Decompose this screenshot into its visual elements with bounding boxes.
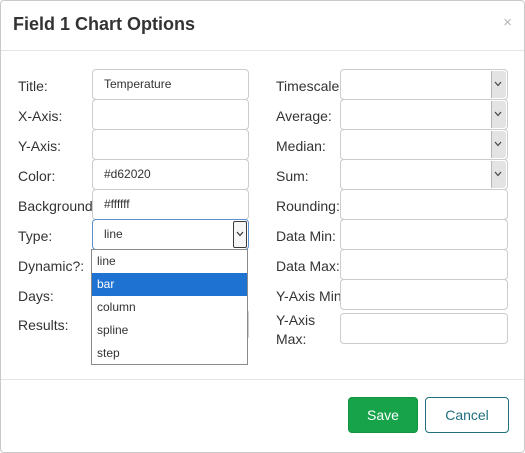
title-input[interactable]: Temperature	[92, 69, 249, 100]
type-option-step[interactable]: step	[92, 342, 247, 365]
cancel-button[interactable]: Cancel	[425, 397, 509, 433]
save-button[interactable]: Save	[348, 397, 418, 433]
dialog-footer-divider	[1, 379, 524, 380]
average-label: Average:	[276, 108, 332, 124]
datamax-input[interactable]	[340, 249, 508, 280]
sum-select[interactable]	[340, 159, 508, 190]
datamin-label: Data Min:	[276, 228, 336, 244]
type-select[interactable]: line	[92, 219, 249, 250]
yaxis-input[interactable]	[92, 129, 249, 160]
chevron-down-icon[interactable]	[233, 221, 247, 248]
yaxismin-input[interactable]	[340, 279, 508, 310]
dynamic-label: Dynamic?:	[18, 258, 85, 274]
median-select[interactable]	[340, 129, 508, 160]
color-input[interactable]: #d62020	[92, 159, 249, 190]
yaxismax-label-line1: Y-Axis	[276, 312, 316, 328]
background-label: Background:	[18, 198, 97, 214]
chevron-down-icon[interactable]	[491, 71, 506, 98]
yaxis-label: Y-Axis:	[18, 138, 62, 154]
average-select[interactable]	[340, 99, 508, 130]
rounding-label: Rounding:	[276, 198, 340, 214]
close-icon[interactable]: ×	[503, 14, 512, 31]
xaxis-label: X-Axis:	[18, 108, 63, 124]
days-label: Days:	[18, 288, 54, 304]
yaxismin-label: Y-Axis Min:	[276, 288, 346, 304]
chevron-down-icon[interactable]	[491, 161, 506, 188]
yaxismax-label-line2: Max:	[276, 331, 307, 347]
type-option-line[interactable]: line	[92, 250, 247, 273]
yaxismax-input[interactable]	[340, 313, 508, 344]
sum-label: Sum:	[276, 168, 309, 184]
chevron-down-icon[interactable]	[491, 101, 506, 128]
xaxis-input[interactable]	[92, 99, 249, 130]
type-dropdown-list: line bar column spline step	[91, 249, 248, 365]
chart-options-dialog: Field 1 Chart Options × Title: X-Axis: Y…	[0, 0, 525, 453]
type-option-spline[interactable]: spline	[92, 319, 247, 342]
datamax-label: Data Max:	[276, 258, 340, 274]
dialog-header: Field 1 Chart Options ×	[1, 1, 524, 51]
chevron-down-icon[interactable]	[491, 131, 506, 158]
rounding-input[interactable]	[340, 189, 508, 220]
median-label: Median:	[276, 138, 326, 154]
type-option-bar[interactable]: bar	[92, 273, 247, 296]
title-label: Title:	[18, 78, 48, 94]
type-option-column[interactable]: column	[92, 296, 247, 319]
type-select-value: line	[104, 227, 123, 241]
datamin-input[interactable]	[340, 219, 508, 250]
timescale-label: Timescale:	[276, 78, 344, 94]
timescale-select[interactable]	[340, 69, 508, 100]
background-input[interactable]: #ffffff	[92, 189, 249, 220]
type-label: Type:	[18, 228, 53, 244]
results-label: Results:	[18, 317, 69, 333]
color-label: Color:	[18, 168, 56, 184]
dialog-title: Field 1 Chart Options	[13, 14, 196, 34]
